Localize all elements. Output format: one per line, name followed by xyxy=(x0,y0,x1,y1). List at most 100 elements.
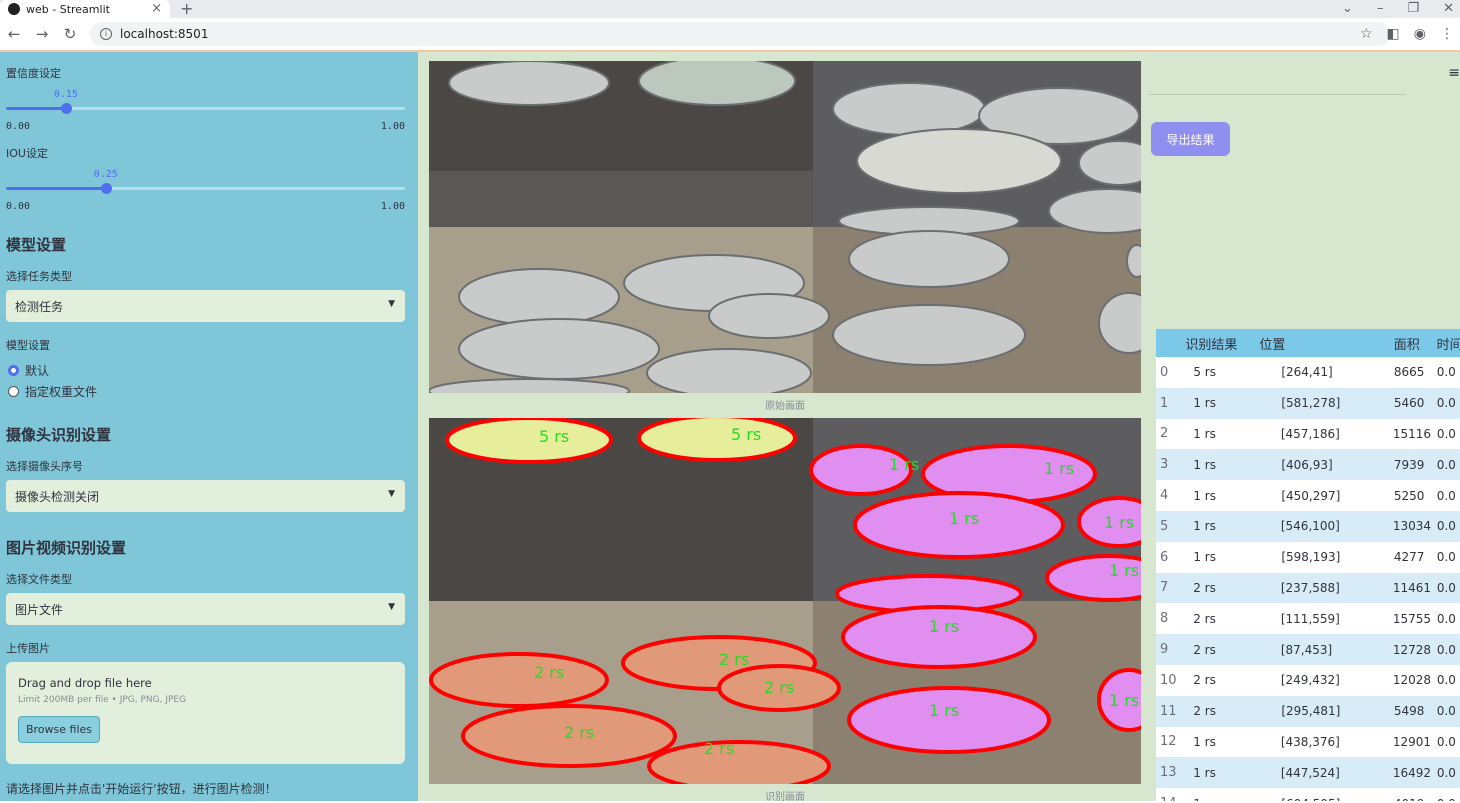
camera-index-value: 摄像头检测关闭 xyxy=(15,489,100,504)
table-cell: 0.0 xyxy=(1436,457,1456,472)
iou-label: IOU设定 xyxy=(6,147,48,160)
radio-unselected-icon xyxy=(8,386,19,397)
chevron-down-icon: ▼ xyxy=(388,299,395,309)
detection-label: 2 rs xyxy=(534,663,564,682)
table-cell: 0.0 xyxy=(1436,488,1456,503)
radio-custom-weights[interactable]: 指定权重文件 xyxy=(8,383,97,400)
chevron-down-icon: ▼ xyxy=(388,489,395,499)
close-tab-icon[interactable]: × xyxy=(151,1,162,16)
dropzone-title: Drag and drop file here xyxy=(18,676,152,690)
table-cell: 13034 xyxy=(1392,519,1432,534)
slider-thumb[interactable] xyxy=(60,103,72,114)
table-body: 0 5 rs [264,41] 8665 0.0 1 1 rs [581,278] 5460 0.… xyxy=(1156,357,1460,801)
table-cell: 1 rs xyxy=(1193,488,1216,503)
window-controls: ⌄ – ❐ ✕ xyxy=(1342,0,1460,18)
tab-search-icon[interactable]: ⌄ xyxy=(1342,0,1353,18)
table-cell: 8 xyxy=(1160,611,1169,627)
reload-icon[interactable]: ↻ xyxy=(56,25,84,43)
table-cell: 0 xyxy=(1160,364,1169,380)
browser-menu-icon[interactable]: ⋮ xyxy=(1440,26,1454,42)
radio-default[interactable]: 默认 xyxy=(8,362,49,379)
table-cell: 5250 xyxy=(1393,488,1425,503)
table-row[interactable]: 9 2 rs [87,453] 12728 0.0 xyxy=(1156,634,1460,665)
file-type-select[interactable]: 图片文件 ▼ xyxy=(6,593,405,625)
table-row[interactable]: 2 1 rs [457,186] 15116 0.0 xyxy=(1156,418,1460,450)
table-cell: [447,524] xyxy=(1280,765,1340,780)
forward-icon[interactable]: → xyxy=(28,25,56,43)
chevron-down-icon: ▼ xyxy=(388,602,395,612)
export-results-button[interactable]: 导出结果 xyxy=(1151,122,1230,156)
header-time: 时间 xyxy=(1436,337,1460,353)
header-position: 位置 xyxy=(1259,337,1286,353)
original-image xyxy=(429,61,1141,393)
restore-icon[interactable]: ❐ xyxy=(1407,0,1419,18)
table-row[interactable]: 141 rs[604,505]40190.0 xyxy=(1156,788,1460,801)
table-cell: [249,432] xyxy=(1280,673,1340,688)
table-row[interactable]: 0 5 rs [264,41] 8665 0.0 xyxy=(1156,357,1460,388)
table-row[interactable]: 12 1 rs [438,376] 12901 0.0 xyxy=(1156,726,1460,758)
detection-label: 5 rs xyxy=(539,427,569,446)
address-bar: ← → ↻ i localhost:8501 ☆ ◧ ◉ ⋮ xyxy=(0,18,1460,52)
table-row[interactable]: 13 1 rs [447,524] 16492 0.0 xyxy=(1156,757,1460,789)
table-row[interactable]: 11 2 rs [295,481] 5498 0.0 xyxy=(1156,695,1460,727)
results-table[interactable]: 识别结果 位置 面积 时间 05 rs [264,41] 8665 0.0 1 1 rs[… xyxy=(1156,329,1460,801)
camera-index-select[interactable]: 摄像头检测关闭 ▼ xyxy=(6,480,405,512)
result-image: 5 rs 5 rs 1 rs 1 rs 1 rs 1 rs 1 rs 1 rs 2 rs 2 rs… xyxy=(429,418,1141,784)
detection-box xyxy=(637,418,797,462)
iou-slider[interactable]: 0.25 0.00 1.00 xyxy=(6,169,405,215)
table-cell: 0.0 xyxy=(1436,580,1456,595)
table-row[interactable]: 7 2 rs [237,588] 11461 0.0 xyxy=(1156,572,1460,604)
table-row[interactable]: 1 1 rs [581,278] 5460 0.0 xyxy=(1156,387,1460,419)
table-cell: 2 rs xyxy=(1193,642,1216,657)
sidepanel-icon[interactable]: ◧ xyxy=(1387,26,1400,42)
url-input[interactable]: i localhost:8501 xyxy=(90,22,1390,46)
table-row[interactable]: 5 1 rs [546,100] 13034 0.0 xyxy=(1156,510,1460,542)
table-row[interactable]: 4 1 rs [450,297] 5250 0.0 xyxy=(1156,480,1460,511)
minimize-icon[interactable]: – xyxy=(1377,0,1384,18)
slider-thumb[interactable] xyxy=(100,183,112,194)
table-cell: 1 rs xyxy=(1181,797,1257,801)
table-row[interactable]: 10 2 rs [249,432] 12028 0.0 xyxy=(1156,664,1460,696)
camera-settings-heading: 摄像头识别设置 xyxy=(6,426,112,444)
new-tab-icon[interactable]: + xyxy=(180,0,193,18)
detection-box xyxy=(647,740,831,784)
table-cell: 0.0 xyxy=(1436,704,1456,719)
back-icon[interactable]: ← xyxy=(0,25,28,43)
media-settings-heading: 图片视频识别设置 xyxy=(6,539,127,557)
table-cell: 0.0 xyxy=(1436,550,1456,565)
table-row[interactable]: 6 1 rs [598,193] 4277 0.0 xyxy=(1156,541,1460,573)
browser-tab[interactable]: web - Streamlit × xyxy=(0,0,170,18)
detection-box xyxy=(841,605,1037,669)
table-cell: 0.0 xyxy=(1431,797,1460,801)
table-cell: 1 rs xyxy=(1193,396,1216,411)
site-info-icon[interactable]: i xyxy=(100,28,112,40)
divider xyxy=(1149,94,1406,95)
profile-icon[interactable]: ◉ xyxy=(1414,26,1426,42)
close-window-icon[interactable]: ✕ xyxy=(1443,0,1454,18)
table-row[interactable]: 8 2 rs [111,559] 15755 0.0 xyxy=(1156,603,1460,635)
slider-max: 1.00 xyxy=(380,121,405,132)
confidence-slider[interactable]: 0.15 0.00 1.00 xyxy=(6,89,405,135)
url-text: localhost:8501 xyxy=(120,27,209,41)
detection-label: 2 rs xyxy=(704,739,734,758)
table-cell: [438,376] xyxy=(1280,734,1340,749)
table-cell: 4277 xyxy=(1393,550,1425,565)
file-dropzone[interactable]: Drag and drop file here Limit 200MB per … xyxy=(6,662,405,764)
table-cell: 5 xyxy=(1160,518,1169,534)
table-cell: [598,193] xyxy=(1281,550,1341,565)
table-cell: 4019 xyxy=(1390,797,1431,801)
table-cell: [295,481] xyxy=(1281,704,1341,719)
table-cell: 1 rs xyxy=(1193,765,1216,780)
table-cell: 0.0 xyxy=(1436,734,1456,749)
bookmark-star-icon[interactable]: ☆ xyxy=(1360,26,1373,42)
detection-label: 1 rs xyxy=(1044,459,1074,478)
table-cell: 15116 xyxy=(1392,426,1432,441)
table-row[interactable]: 3 1 rs [406,93] 7939 0.0 xyxy=(1156,449,1460,481)
table-cell: 0.0 xyxy=(1436,642,1456,657)
table-cell: 12 xyxy=(1160,734,1177,750)
browse-files-button[interactable]: Browse files xyxy=(18,716,100,743)
hamburger-menu-icon[interactable]: ≡ xyxy=(1448,65,1460,81)
main-area: 原始画面 5 rs 5 rs 1 rs 1 rs 1 rs 1 rs 1 rs 1 rs 2 r… xyxy=(418,52,1460,803)
task-type-select[interactable]: 检测任务 ▼ xyxy=(6,290,405,322)
table-cell: [237,588] xyxy=(1280,580,1340,595)
